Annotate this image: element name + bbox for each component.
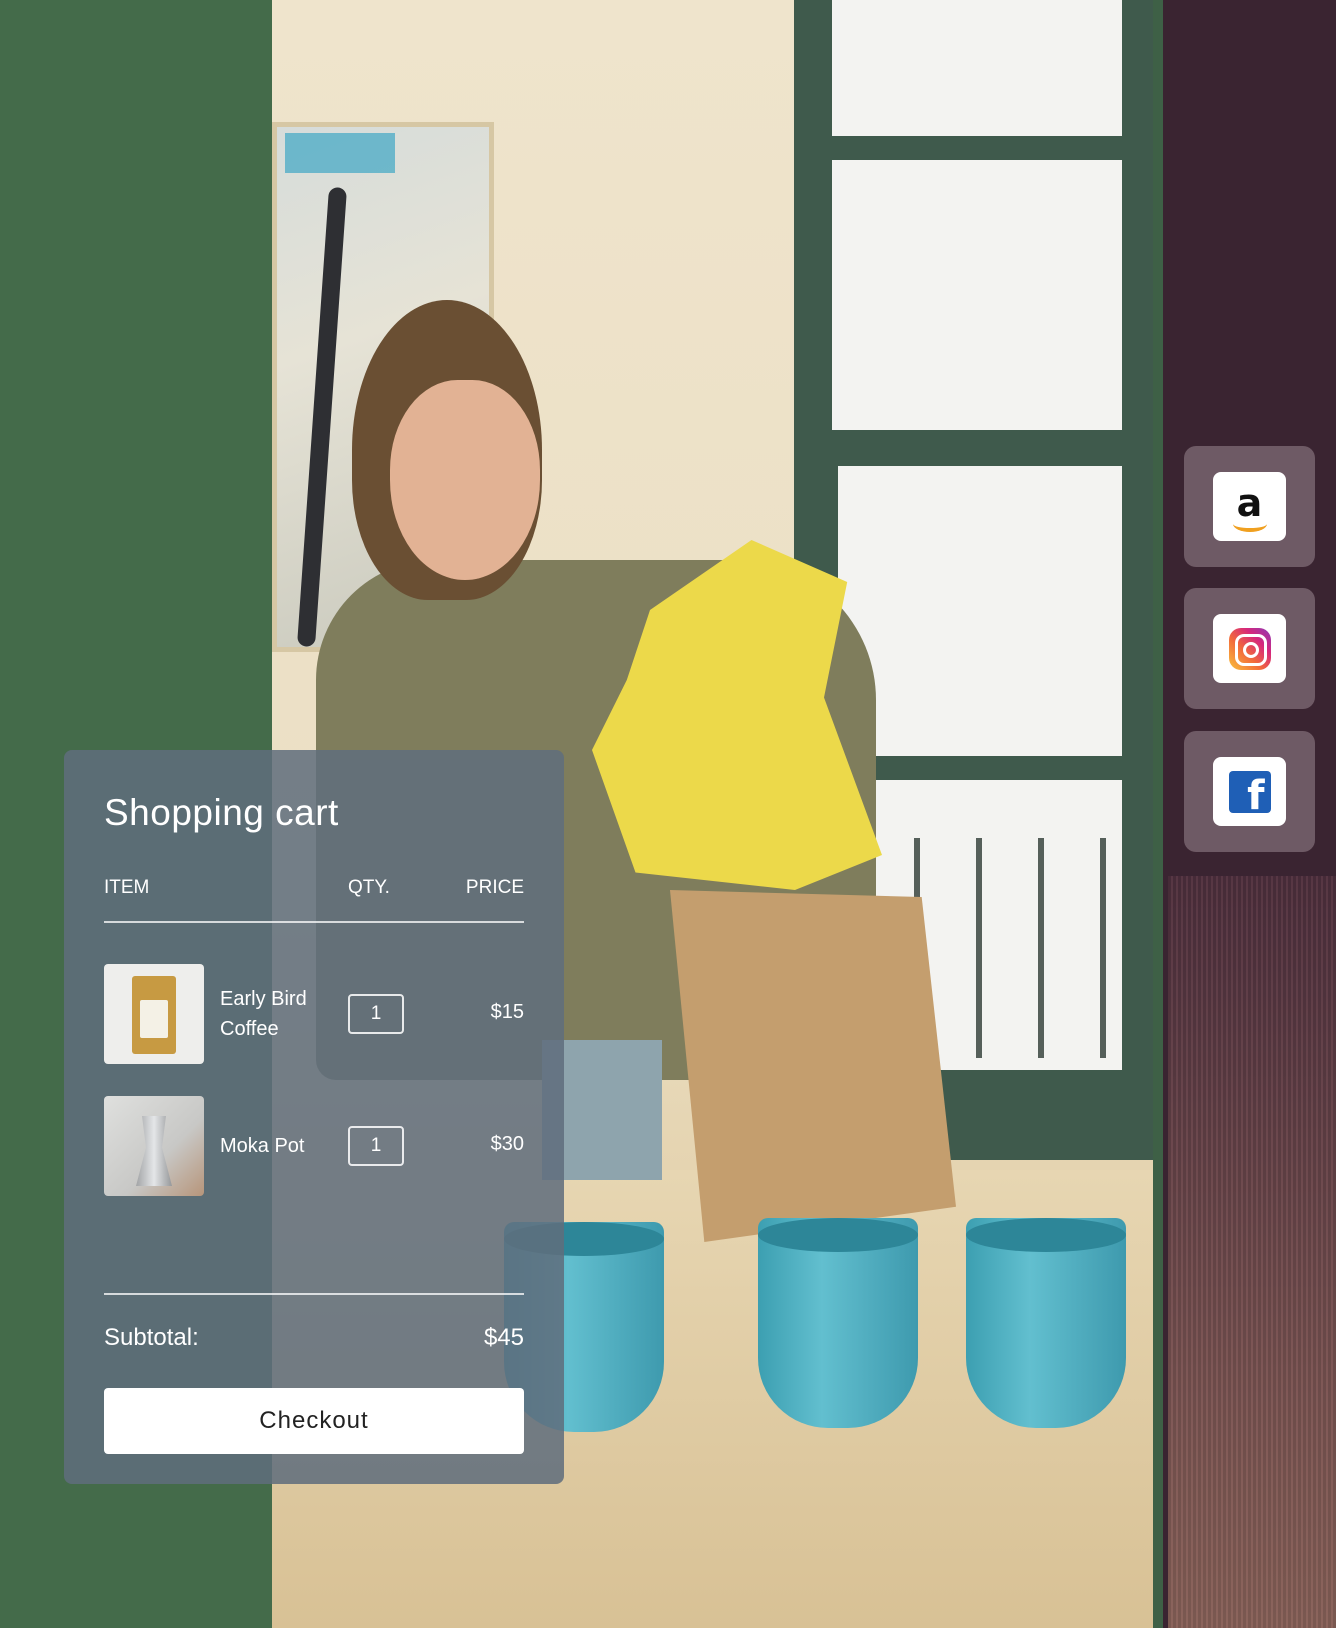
column-header-price: PRICE (465, 877, 524, 898)
blue-cup (966, 1218, 1126, 1428)
subtotal-label: Subtotal: (104, 1324, 199, 1351)
item-name-line1: Early Bird (220, 988, 307, 1010)
instagram-tile[interactable] (1184, 588, 1315, 709)
facebook-logo: f (1228, 770, 1271, 813)
item-name-line2: Coffee (220, 1018, 279, 1040)
amazon-tile[interactable]: a (1184, 446, 1315, 567)
blue-cup (758, 1218, 918, 1428)
item-price: $30 (490, 1133, 524, 1155)
header-divider (104, 921, 524, 923)
column-header-item: ITEM (104, 877, 150, 898)
moka-pot-image (136, 1116, 172, 1186)
quantity-input[interactable]: 1 (348, 994, 404, 1034)
facebook-icon: f (1213, 757, 1286, 826)
paper-gift-bag (670, 890, 956, 1242)
instagram-logo (1228, 627, 1271, 670)
cart-title: Shopping cart (104, 792, 339, 833)
coffee-bag-thumbnail[interactable] (104, 964, 204, 1064)
green-edge-strip (1153, 0, 1163, 1628)
moka-pot-thumbnail[interactable] (104, 1096, 204, 1196)
subtotal-value: $45 (483, 1324, 524, 1351)
coffee-bag-image (132, 976, 176, 1054)
checkout-button[interactable]: Checkout (104, 1388, 524, 1454)
amazon-smile (1233, 516, 1267, 532)
woman-face (390, 380, 540, 580)
item-name[interactable]: Moka Pot (220, 1131, 304, 1161)
shopping-cart-panel: Shopping cart ITEM QTY. PRICE Early Bird… (64, 750, 564, 1484)
facebook-tile[interactable]: f (1184, 731, 1315, 852)
quantity-input[interactable]: 1 (348, 1126, 404, 1166)
instagram-icon (1213, 614, 1286, 683)
subtotal-divider (104, 1293, 524, 1295)
item-price: $15 (490, 1001, 524, 1023)
striped-panel (1168, 876, 1336, 1628)
item-name[interactable]: Early Bird Coffee (220, 984, 307, 1044)
amazon-icon: a (1213, 472, 1286, 541)
column-header-qty: QTY. (348, 877, 390, 898)
